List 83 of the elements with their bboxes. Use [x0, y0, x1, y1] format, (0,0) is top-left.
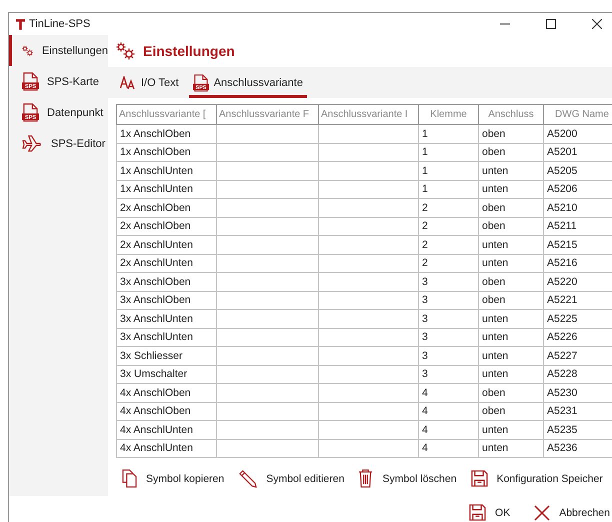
action-button[interactable]: Symbol kopieren — [120, 467, 226, 490]
variant-cell: 2x AnschlUnten — [116, 236, 216, 254]
terminal-cell: 3 — [418, 365, 478, 384]
pencil-icon — [238, 469, 258, 488]
connection-cell: oben — [478, 402, 544, 420]
save-icon — [469, 504, 486, 521]
variant-cell: 2x AnschlUnten — [116, 254, 216, 272]
variant-cell: 3x Schliesser — [116, 346, 216, 365]
connection-cell: unten — [478, 310, 544, 328]
variant-cell: 1x AnschlUnten — [116, 162, 216, 180]
terminal-cell: 1 — [418, 143, 478, 162]
terminal-cell: 4 — [418, 402, 478, 420]
connection-cell: oben — [478, 143, 544, 162]
terminal-cell: 4 — [418, 439, 478, 458]
page-title: Einstellungen — [143, 43, 235, 59]
terminal-cell: 4 — [418, 384, 478, 402]
variant-cell: 3x AnschlUnten — [116, 310, 216, 328]
terminal-cell: 2 — [418, 254, 478, 272]
column-header[interactable]: Anschlussvariante [ — [116, 104, 216, 124]
variant-cell: 4x AnschlUnten — [116, 420, 216, 439]
terminal-cell: 4 — [418, 420, 478, 439]
connection-cell: unten — [478, 328, 544, 346]
save-icon — [470, 470, 488, 487]
variant-cell: 1x AnschlOben — [116, 124, 216, 143]
terminal-cell: 3 — [418, 272, 478, 291]
action-button[interactable]: Symbol editieren — [236, 467, 346, 490]
connection-cell: unten — [478, 162, 544, 180]
column-header[interactable]: Anschlussvariante F — [216, 104, 318, 124]
font-size-icon — [120, 76, 136, 90]
column-header[interactable]: Anschluss — [478, 104, 544, 124]
terminal-cell: 1 — [418, 124, 478, 143]
connection-cell: unten — [478, 346, 544, 365]
connection-cell: oben — [478, 124, 544, 143]
gears-icon — [116, 42, 136, 60]
maximize-icon[interactable] — [546, 19, 556, 29]
terminal-cell: 2 — [418, 236, 478, 254]
column-header[interactable]: Klemme — [418, 104, 478, 124]
variant-cell: 3x Umschalter — [116, 365, 216, 384]
terminal-cell: 1 — [418, 162, 478, 180]
action-button[interactable]: Symbol löschen — [356, 467, 459, 490]
connection-cell: unten — [478, 236, 544, 254]
terminal-cell: 3 — [418, 310, 478, 328]
airplane-icon — [22, 135, 43, 152]
sidebar-item[interactable]: SPS-Editor — [9, 128, 108, 159]
connection-cell: oben — [478, 217, 544, 236]
cancel-button[interactable]: Abbrechen — [532, 502, 612, 522]
variant-cell: 3x AnschlOben — [116, 291, 216, 310]
variant-cell: 4x AnschlOben — [116, 384, 216, 402]
connection-cell: unten — [478, 365, 544, 384]
variant-cell: 2x AnschlOben — [116, 217, 216, 236]
variant-cell: 2x AnschlOben — [116, 198, 216, 217]
variant-cell: 1x AnschlUnten — [116, 180, 216, 198]
tab[interactable]: I/O Text — [116, 67, 183, 98]
connection-cell: oben — [478, 291, 544, 310]
connection-cell: oben — [478, 384, 544, 402]
copy-icon — [122, 469, 137, 488]
close-icon[interactable] — [592, 19, 602, 29]
app-logo-icon — [16, 18, 25, 30]
trash-icon — [358, 469, 374, 488]
ok-button[interactable]: OK — [467, 502, 512, 522]
variant-cell: 3x AnschlUnten — [116, 328, 216, 346]
column-header[interactable]: Anschlussvariante I — [318, 104, 418, 124]
variant-cell: 4x AnschlOben — [116, 402, 216, 420]
variant-cell: 1x AnschlOben — [116, 143, 216, 162]
terminal-cell: 3 — [418, 328, 478, 346]
terminal-cell: 2 — [418, 198, 478, 217]
connection-cell: unten — [478, 420, 544, 439]
terminal-cell: 2 — [418, 217, 478, 236]
variant-cell: 3x AnschlOben — [116, 272, 216, 291]
variant-cell: 4x AnschlUnten — [116, 439, 216, 458]
column-header[interactable]: DWG Name — [544, 104, 612, 124]
terminal-cell: 1 — [418, 180, 478, 198]
connection-cell: oben — [478, 198, 544, 217]
terminal-cell: 3 — [418, 346, 478, 365]
connection-cell: unten — [478, 439, 544, 458]
connection-cell: unten — [478, 180, 544, 198]
connection-cell: unten — [478, 254, 544, 272]
sidebar-item[interactable]: Einstellungen — [9, 35, 108, 66]
action-button[interactable]: Konfiguration Speicher — [468, 467, 605, 490]
connection-cell: oben — [478, 272, 544, 291]
close-icon — [534, 504, 550, 520]
window-title: TinLine-SPS — [29, 18, 90, 30]
terminal-cell: 3 — [418, 291, 478, 310]
